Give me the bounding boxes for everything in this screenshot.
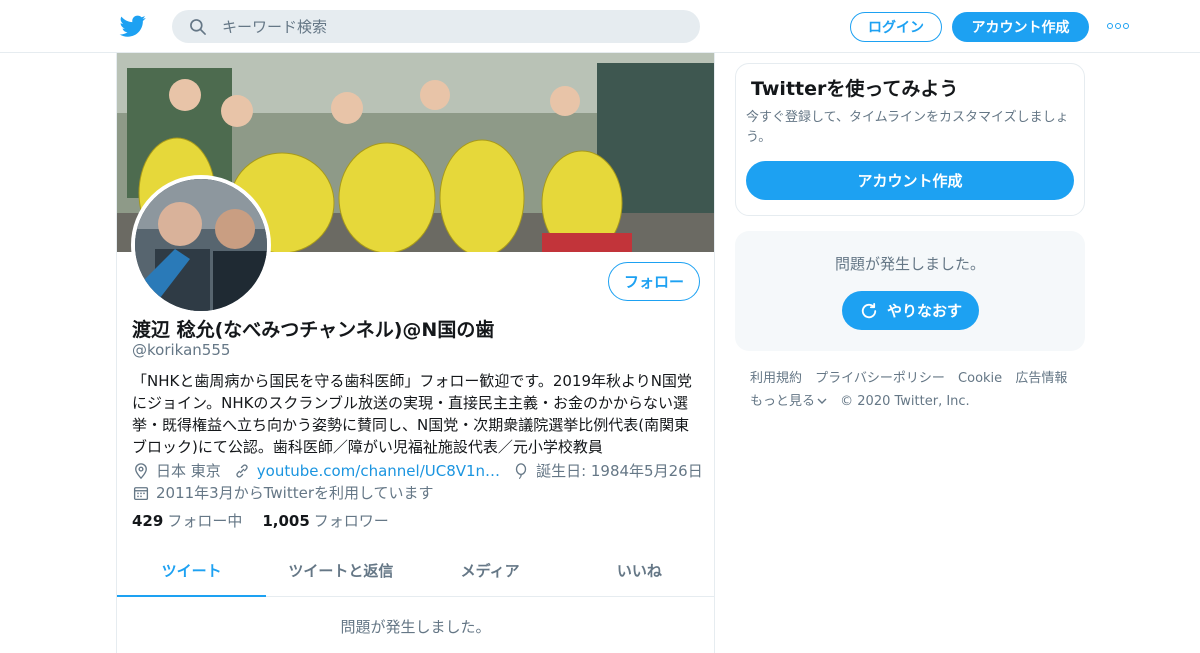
- profile-birthday: 誕生日: 1984年5月26日: [536, 462, 703, 480]
- tab-tweets[interactable]: ツイート: [117, 544, 267, 597]
- profile-stats: 429 フォロー中 1,005 フォロワー: [132, 510, 389, 531]
- footer-link-terms[interactable]: 利用規約: [750, 371, 802, 386]
- profile-tabs: ツイート ツイートと返信 メディア いいね: [117, 544, 714, 597]
- followers-stat[interactable]: 1,005 フォロワー: [262, 510, 388, 531]
- timeline-error-message: 問題が発生しました。: [340, 618, 491, 636]
- profile-location: 日本 東京: [156, 462, 221, 480]
- signup-button[interactable]: アカウント作成: [952, 12, 1089, 42]
- following-count: 429: [132, 512, 164, 530]
- profile-website-link[interactable]: youtube.com/channel/UC8V1n…: [257, 462, 500, 480]
- retry-button[interactable]: やりなおす: [842, 291, 979, 330]
- link-icon: [236, 463, 248, 478]
- follow-button[interactable]: フォロー: [608, 262, 700, 301]
- footer-link-privacy[interactable]: プライバシーポリシー: [815, 371, 945, 386]
- more-icon[interactable]: [1107, 20, 1129, 32]
- search-icon: [190, 18, 206, 35]
- signup-card-description: 今すぐ登録して、タイムラインをカスタマイズしましょう。: [746, 110, 1069, 145]
- login-button[interactable]: ログイン: [850, 12, 942, 42]
- search-input[interactable]: [222, 17, 662, 36]
- signup-card-button[interactable]: アカウント作成: [746, 161, 1074, 200]
- profile-meta-row-joined: 2011年3月からTwitterを利用しています: [132, 482, 434, 503]
- calendar-icon: [133, 486, 149, 500]
- avatar-photo: [135, 179, 267, 311]
- tab-likes[interactable]: いいね: [565, 544, 714, 596]
- profile-name: 渡辺 稔允(なべみつチャンネル)@N国の歯: [132, 319, 495, 341]
- refresh-icon: [861, 302, 877, 318]
- profile-joined-date: 2011年3月からTwitterを利用しています: [156, 484, 434, 502]
- footer-link-more[interactable]: もっと見る: [750, 394, 827, 409]
- tab-tweets-and-replies[interactable]: ツイートと返信: [266, 544, 415, 596]
- signup-card: Twitterを使ってみよう 今すぐ登録して、タイムラインをカスタマイズしましょ…: [735, 63, 1085, 216]
- twitter-bird-icon[interactable]: [119, 13, 147, 39]
- avatar[interactable]: [131, 175, 271, 315]
- following-label: フォロー中: [167, 512, 243, 530]
- profile-bio: 「NHKと歯周病から国民を守る歯科医師」フォロー歓迎です。2019年秋よりN国党…: [132, 372, 692, 456]
- footer-links: 利用規約 プライバシーポリシー Cookie 広告情報 もっと見る © 2020…: [750, 367, 1080, 413]
- followers-label: フォロワー: [313, 512, 389, 530]
- signup-card-title: Twitterを使ってみよう: [751, 78, 959, 100]
- sidebar-error-card: 問題が発生しました。 やりなおす: [735, 231, 1085, 351]
- footer-copyright: © 2020 Twitter, Inc.: [840, 394, 970, 409]
- search-bar[interactable]: [172, 10, 700, 43]
- footer-link-cookie[interactable]: Cookie: [958, 371, 1002, 386]
- profile-handle: @korikan555: [132, 341, 231, 359]
- tab-media[interactable]: メディア: [416, 544, 565, 596]
- balloon-icon: [515, 462, 527, 479]
- footer-link-ads[interactable]: 広告情報: [1015, 371, 1067, 386]
- profile-card: フォロー 渡辺 稔允(なべみつチャンネル)@N国の歯 @korikan555 「…: [116, 53, 715, 653]
- followers-count: 1,005: [262, 512, 310, 530]
- footer-more-label: もっと見る: [750, 394, 816, 409]
- location-icon: [135, 462, 147, 479]
- profile-meta-row: 日本 東京 youtube.com/channel/UC8V1n… 誕生日: 1…: [132, 460, 703, 481]
- chevron-down-icon: [817, 398, 827, 404]
- sidebar-error-message: 問題が発生しました。: [834, 255, 985, 273]
- following-stat[interactable]: 429 フォロー中: [132, 510, 242, 531]
- retry-label: やりなおす: [886, 302, 962, 320]
- top-navigation-bar: ログイン アカウント作成: [0, 0, 1200, 53]
